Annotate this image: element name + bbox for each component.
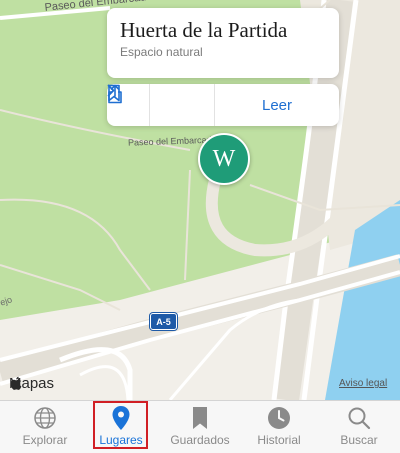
tab-historial[interactable]: Historial [246,401,312,453]
apple-logo-icon [10,376,22,390]
tab-label: Explorar [22,433,68,447]
tab-buscar[interactable]: Buscar [326,401,392,453]
place-card-header[interactable]: Huerta de la Partida Espacio natural [107,8,339,78]
search-icon [348,407,371,430]
tab-explorar[interactable]: Explorar [12,401,78,453]
share-button[interactable] [108,84,215,126]
clock-icon [268,407,290,429]
tab-bar: Explorar Lugares Guardados Historial Bus… [0,400,400,453]
maps-attribution: Mapas [9,375,54,392]
chevron-right-icon [107,84,115,97]
tab-highlight-box [93,401,148,449]
road-shield: A-5 [150,313,177,330]
place-subtitle: Espacio natural [120,45,203,59]
place-pin[interactable]: W [198,133,250,185]
map-view[interactable]: Paseo del Embarcadero Paseo del Embarcad… [0,0,400,400]
legal-link[interactable]: Aviso legal [339,378,387,389]
place-card-actions: Leer [107,84,339,126]
place-card[interactable]: Huerta de la Partida Espacio natural Lee… [107,8,339,126]
tab-guardados[interactable]: Guardados [164,401,236,453]
wikipedia-icon: W [212,145,236,172]
place-title: Huerta de la Partida [120,18,288,42]
bookmark-icon [193,407,207,429]
tab-label: Historial [257,433,301,447]
read-button[interactable]: Leer [107,84,339,126]
read-button-label: Leer [261,96,293,114]
tab-label: Guardados [170,433,230,447]
globe-icon [34,407,56,429]
tab-label: Buscar [340,433,378,447]
